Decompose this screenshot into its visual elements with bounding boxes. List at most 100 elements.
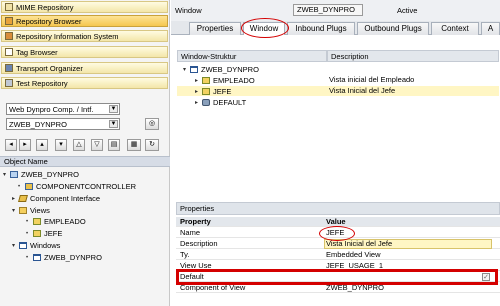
- structure-row[interactable]: ▾ ZWEB_DYNPRO: [177, 64, 499, 74]
- tree-node-label: Component Interface: [30, 194, 101, 203]
- object-name-value: ZWEB_DYNPRO: [9, 119, 67, 129]
- refresh-icon: ↻: [149, 141, 155, 148]
- tree-node-empleado[interactable]: • EMPLEADO: [26, 216, 86, 227]
- arrow-left-icon: ◂: [9, 141, 13, 148]
- display-glasses-button[interactable]: ◎: [145, 118, 159, 130]
- property-row-view-use[interactable]: View Use JEFE_USAGE_1: [176, 261, 500, 271]
- controller-icon: [25, 183, 33, 190]
- nav-tag-browser[interactable]: Tag Browser: [1, 46, 168, 58]
- collapse-button[interactable]: △: [73, 139, 85, 151]
- settings-icon: ▦: [130, 141, 138, 148]
- structure-row-name: EMPLEADO: [213, 75, 255, 85]
- tree-node-label: COMPONENTCONTROLLER: [36, 182, 137, 191]
- expand-triangle-icon[interactable]: ▸: [195, 77, 202, 84]
- view-icon: [33, 230, 41, 237]
- editor-header: Window ZWEB_DYNPRO Active: [171, 0, 500, 22]
- expand-triangle-icon[interactable]: ▾: [12, 242, 19, 249]
- arrow-right-icon: ▸: [23, 141, 27, 148]
- properties-column-headers: Property Value: [176, 217, 500, 227]
- expand-triangle-icon[interactable]: ▾: [3, 171, 10, 178]
- structure-row-name: ZWEB_DYNPRO: [201, 64, 259, 74]
- property-row-type[interactable]: Ty. Embedded View: [176, 250, 500, 260]
- down-button[interactable]: ▾: [55, 139, 67, 151]
- chevron-down-icon[interactable]: ▼: [109, 105, 118, 113]
- property-value: JEFE: [326, 228, 345, 237]
- nav-test-repository[interactable]: Test Repository: [1, 77, 168, 89]
- properties-title: Properties: [176, 202, 500, 215]
- object-type-value: Web Dynpro Comp. / Intf.: [9, 104, 94, 114]
- chevron-down-icon[interactable]: ▼: [109, 120, 118, 128]
- property-value: Vista Inicial del Jefe: [326, 239, 393, 248]
- nav-label: Test Repository: [16, 78, 68, 88]
- info-system-icon: [5, 32, 13, 40]
- nav-repository-information-system[interactable]: Repository Information System: [1, 30, 168, 42]
- object-type-select[interactable]: Web Dynpro Comp. / Intf. ▼: [6, 103, 120, 115]
- column-header-description: Description: [327, 50, 499, 62]
- view-icon: [33, 218, 41, 225]
- window-name-value: ZWEB_DYNPRO: [297, 5, 355, 14]
- tree-node-label: Views: [30, 206, 50, 215]
- tree-node-window-zweb-dynpro[interactable]: • ZWEB_DYNPRO: [26, 252, 102, 263]
- tree-node-jefe[interactable]: • JEFE: [26, 228, 62, 239]
- window-name-field[interactable]: ZWEB_DYNPRO: [293, 4, 363, 16]
- plug-icon: [202, 98, 210, 106]
- component-icon: [10, 171, 18, 178]
- nav-transport-organizer[interactable]: Transport Organizer: [1, 62, 168, 74]
- tab-outbound-plugs[interactable]: Outbound Plugs: [357, 22, 429, 35]
- tree-node-componentcontroller[interactable]: • COMPONENTCONTROLLER: [18, 181, 136, 192]
- tree-node-views[interactable]: ▾ Views: [12, 205, 50, 216]
- tab-context[interactable]: Context: [431, 22, 479, 35]
- nav-label: Repository Browser: [16, 16, 82, 26]
- interface-icon: [18, 195, 28, 202]
- up-button[interactable]: ▴: [36, 139, 48, 151]
- tab-inbound-plugs[interactable]: Inbound Plugs: [287, 22, 355, 35]
- forward-button[interactable]: ▸: [19, 139, 31, 151]
- tree-node-windows[interactable]: ▾ Windows: [12, 240, 60, 251]
- folder-icon: [19, 207, 27, 214]
- tree-node-component[interactable]: ▾ ZWEB_DYNPRO: [3, 169, 79, 180]
- expand-triangle-icon[interactable]: ▾: [183, 66, 190, 73]
- structure-row-name: DEFAULT: [213, 97, 247, 107]
- expand-triangle-icon[interactable]: ▸: [195, 99, 202, 106]
- back-button[interactable]: ◂: [5, 139, 17, 151]
- editor-pane: Window ZWEB_DYNPRO Active Properties Win…: [171, 0, 500, 306]
- tab-overflow[interactable]: A: [481, 22, 500, 35]
- structure-row-description: Vista Inicial del Jefe: [329, 86, 396, 95]
- test-repository-icon: [5, 79, 13, 87]
- refresh-button[interactable]: ↻: [145, 139, 159, 151]
- tab-window[interactable]: Window: [243, 22, 285, 35]
- repository-browser-icon: [5, 17, 13, 25]
- mime-repository-icon: [5, 3, 13, 11]
- property-row-default[interactable]: Default ✓: [176, 272, 500, 282]
- default-checkbox[interactable]: ✓: [482, 273, 490, 281]
- properties-panel: Properties Property Value Name JEFE Desc…: [176, 202, 500, 306]
- tab-bar: Properties Window Inbound Plugs Outbound…: [171, 21, 500, 35]
- structure-row-description: Vista inicial del Empleado: [329, 75, 415, 84]
- expand-triangle-icon[interactable]: ▸: [195, 88, 202, 95]
- tree-node-component-interface[interactable]: ▸ Component Interface: [12, 193, 100, 204]
- structure-row[interactable]: ▸ DEFAULT: [177, 97, 499, 107]
- nav-label: Repository Information System: [16, 31, 119, 41]
- property-row-name[interactable]: Name JEFE: [176, 228, 500, 238]
- tab-properties[interactable]: Properties: [189, 22, 241, 35]
- property-value: Embedded View: [326, 250, 381, 259]
- structure-row[interactable]: ▸ EMPLEADO Vista inicial del Empleado: [177, 75, 499, 85]
- expand-button[interactable]: ▽: [91, 139, 103, 151]
- status-text: Active: [397, 6, 418, 15]
- layout-button[interactable]: ▤: [108, 139, 120, 151]
- window-icon: [33, 254, 41, 261]
- settings-button[interactable]: ▦: [127, 139, 141, 151]
- property-row-description[interactable]: Description Vista Inicial del Jefe: [176, 239, 500, 249]
- expand-triangle-icon[interactable]: ▾: [12, 207, 19, 214]
- structure-row-selected[interactable]: ▸ JEFE Vista Inicial del Jefe: [177, 86, 499, 96]
- tree-node-label: ZWEB_DYNPRO: [21, 170, 79, 179]
- nav-repository-browser[interactable]: Repository Browser: [1, 15, 168, 27]
- column-header-value: Value: [326, 217, 346, 226]
- window-structure-table: Window-Struktur Description ▾ ZWEB_DYNPR…: [176, 42, 500, 192]
- object-name-input[interactable]: ZWEB_DYNPRO ▼: [6, 118, 120, 130]
- property-row-component-of-view[interactable]: Component of View ZWEB_DYNPRO: [176, 283, 500, 293]
- tree-node-label: Windows: [30, 241, 61, 250]
- tag-browser-icon: [5, 48, 13, 56]
- nav-mime-repository[interactable]: MIME Repository: [1, 1, 168, 13]
- tree-node-label: JEFE: [44, 229, 63, 238]
